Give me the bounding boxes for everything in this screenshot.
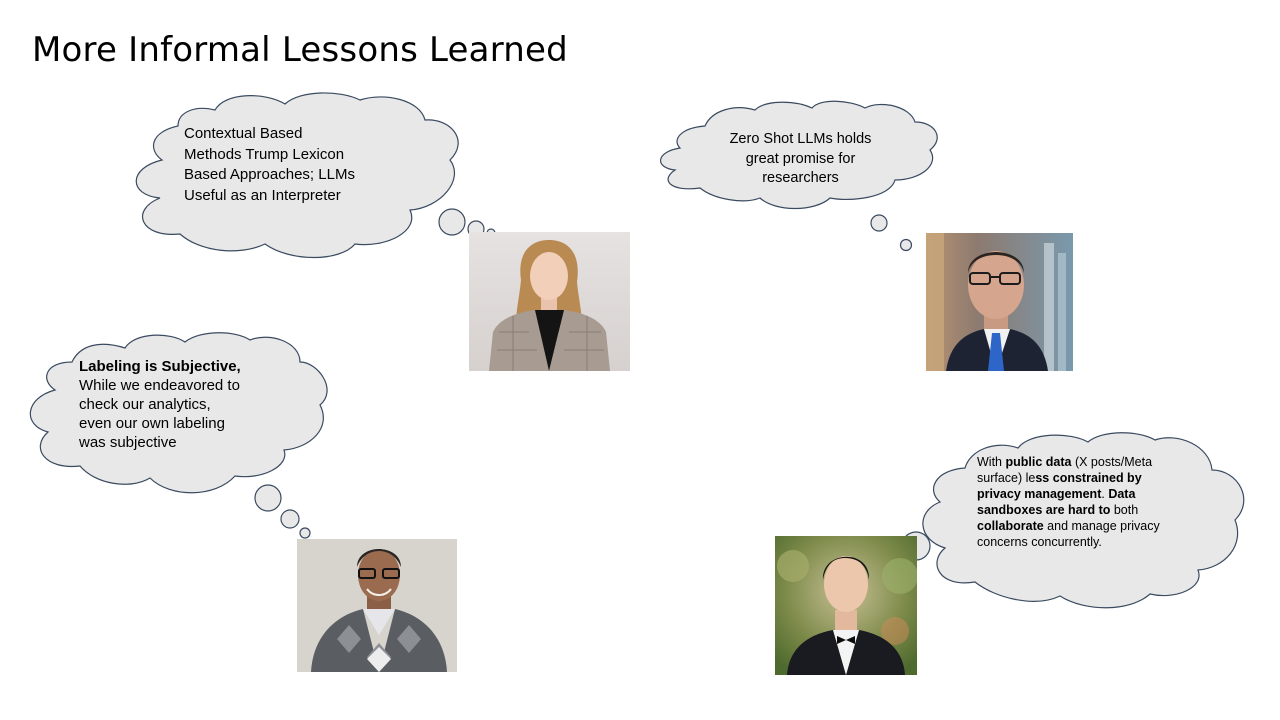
public-data-bold-1: public data — [1005, 455, 1072, 469]
labeling-heading: Labeling is Subjective, — [79, 358, 241, 375]
contextual-line-1: Contextual Based — [184, 125, 303, 142]
portrait-photo-man-sweater — [297, 539, 457, 672]
zero-shot-bubble-text: Zero Shot LLMs holds great promise for r… — [708, 130, 893, 189]
labeling-bubble-text: Labeling is Subjective, While we endeavo… — [79, 357, 279, 452]
contextual-line-2: Methods Trump Lexicon — [184, 145, 345, 163]
contextual-line-4: Useful as an Interpreter — [184, 186, 341, 204]
zero-shot-line-1: Zero Shot LLMs holds — [729, 131, 872, 147]
portrait-photo-woman — [469, 232, 630, 371]
public-data-text-1: With — [977, 455, 1006, 469]
labeling-line-4: was subjective — [79, 434, 177, 451]
labeling-line-2: check our analytics, — [79, 396, 211, 413]
portrait-photo-man-tuxedo — [775, 536, 917, 675]
contextual-line-3: Based Approaches; LLMs — [184, 166, 355, 183]
portrait-photo-man-suit — [926, 233, 1073, 371]
labeling-line-3: even our own labeling — [79, 415, 225, 432]
zero-shot-line-3: researchers — [762, 170, 839, 186]
labeling-line-1: While we endeavored to — [79, 377, 240, 394]
zero-shot-line-2: great promise for — [745, 150, 856, 167]
public-data-bold-4: collaborate — [977, 519, 1044, 533]
contextual-bubble-text: Contextual Based Methods Trump Lexicon B… — [184, 124, 399, 206]
public-data-bubble-text: With public data (X posts/Meta surface) … — [977, 454, 1177, 550]
public-data-text-4: both — [1110, 503, 1139, 517]
